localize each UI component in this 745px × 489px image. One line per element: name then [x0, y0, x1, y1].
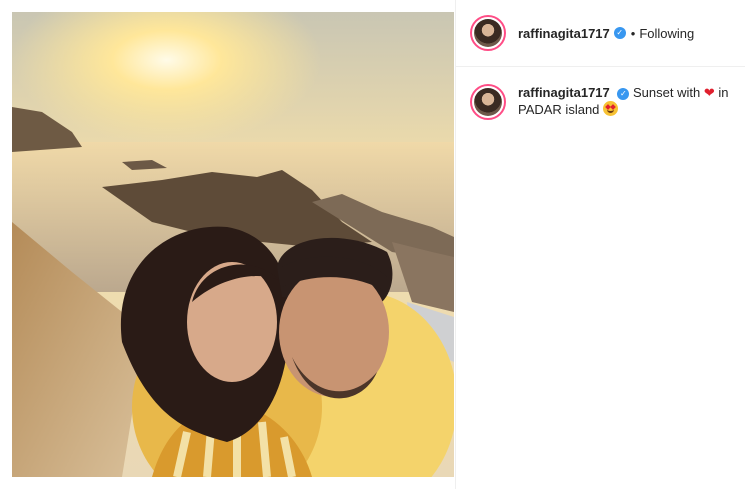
caption-username-link[interactable]: raffinagita1717	[518, 85, 610, 100]
sunset-selfie-image	[12, 12, 454, 477]
post-photo[interactable]	[12, 12, 454, 477]
post-sidebar: raffinagita1717 ✓ • Following raffinagit…	[455, 0, 745, 489]
caption-text-before: Sunset with	[633, 85, 701, 100]
profile-picture	[474, 19, 502, 47]
verified-badge-icon: ✓	[617, 87, 630, 100]
avatar[interactable]	[470, 15, 506, 51]
caption-text: raffinagita1717 ✓ Sunset with ❤ in PADAR…	[518, 84, 743, 118]
heart-eyes-emoji-icon	[603, 101, 619, 116]
caption-avatar[interactable]	[470, 84, 506, 120]
red-heart-icon: ❤	[703, 85, 715, 100]
instagram-post: raffinagita1717 ✓ • Following raffinagit…	[0, 0, 745, 489]
verified-badge-icon: ✓	[613, 27, 626, 39]
username-link[interactable]: raffinagita1717	[518, 26, 610, 41]
post-header: raffinagita1717 ✓ • Following	[456, 0, 745, 67]
post-caption: raffinagita1717 ✓ Sunset with ❤ in PADAR…	[456, 84, 745, 120]
following-button[interactable]: Following	[639, 26, 694, 41]
caption-profile-picture	[474, 88, 502, 116]
separator-dot: •	[630, 25, 636, 41]
